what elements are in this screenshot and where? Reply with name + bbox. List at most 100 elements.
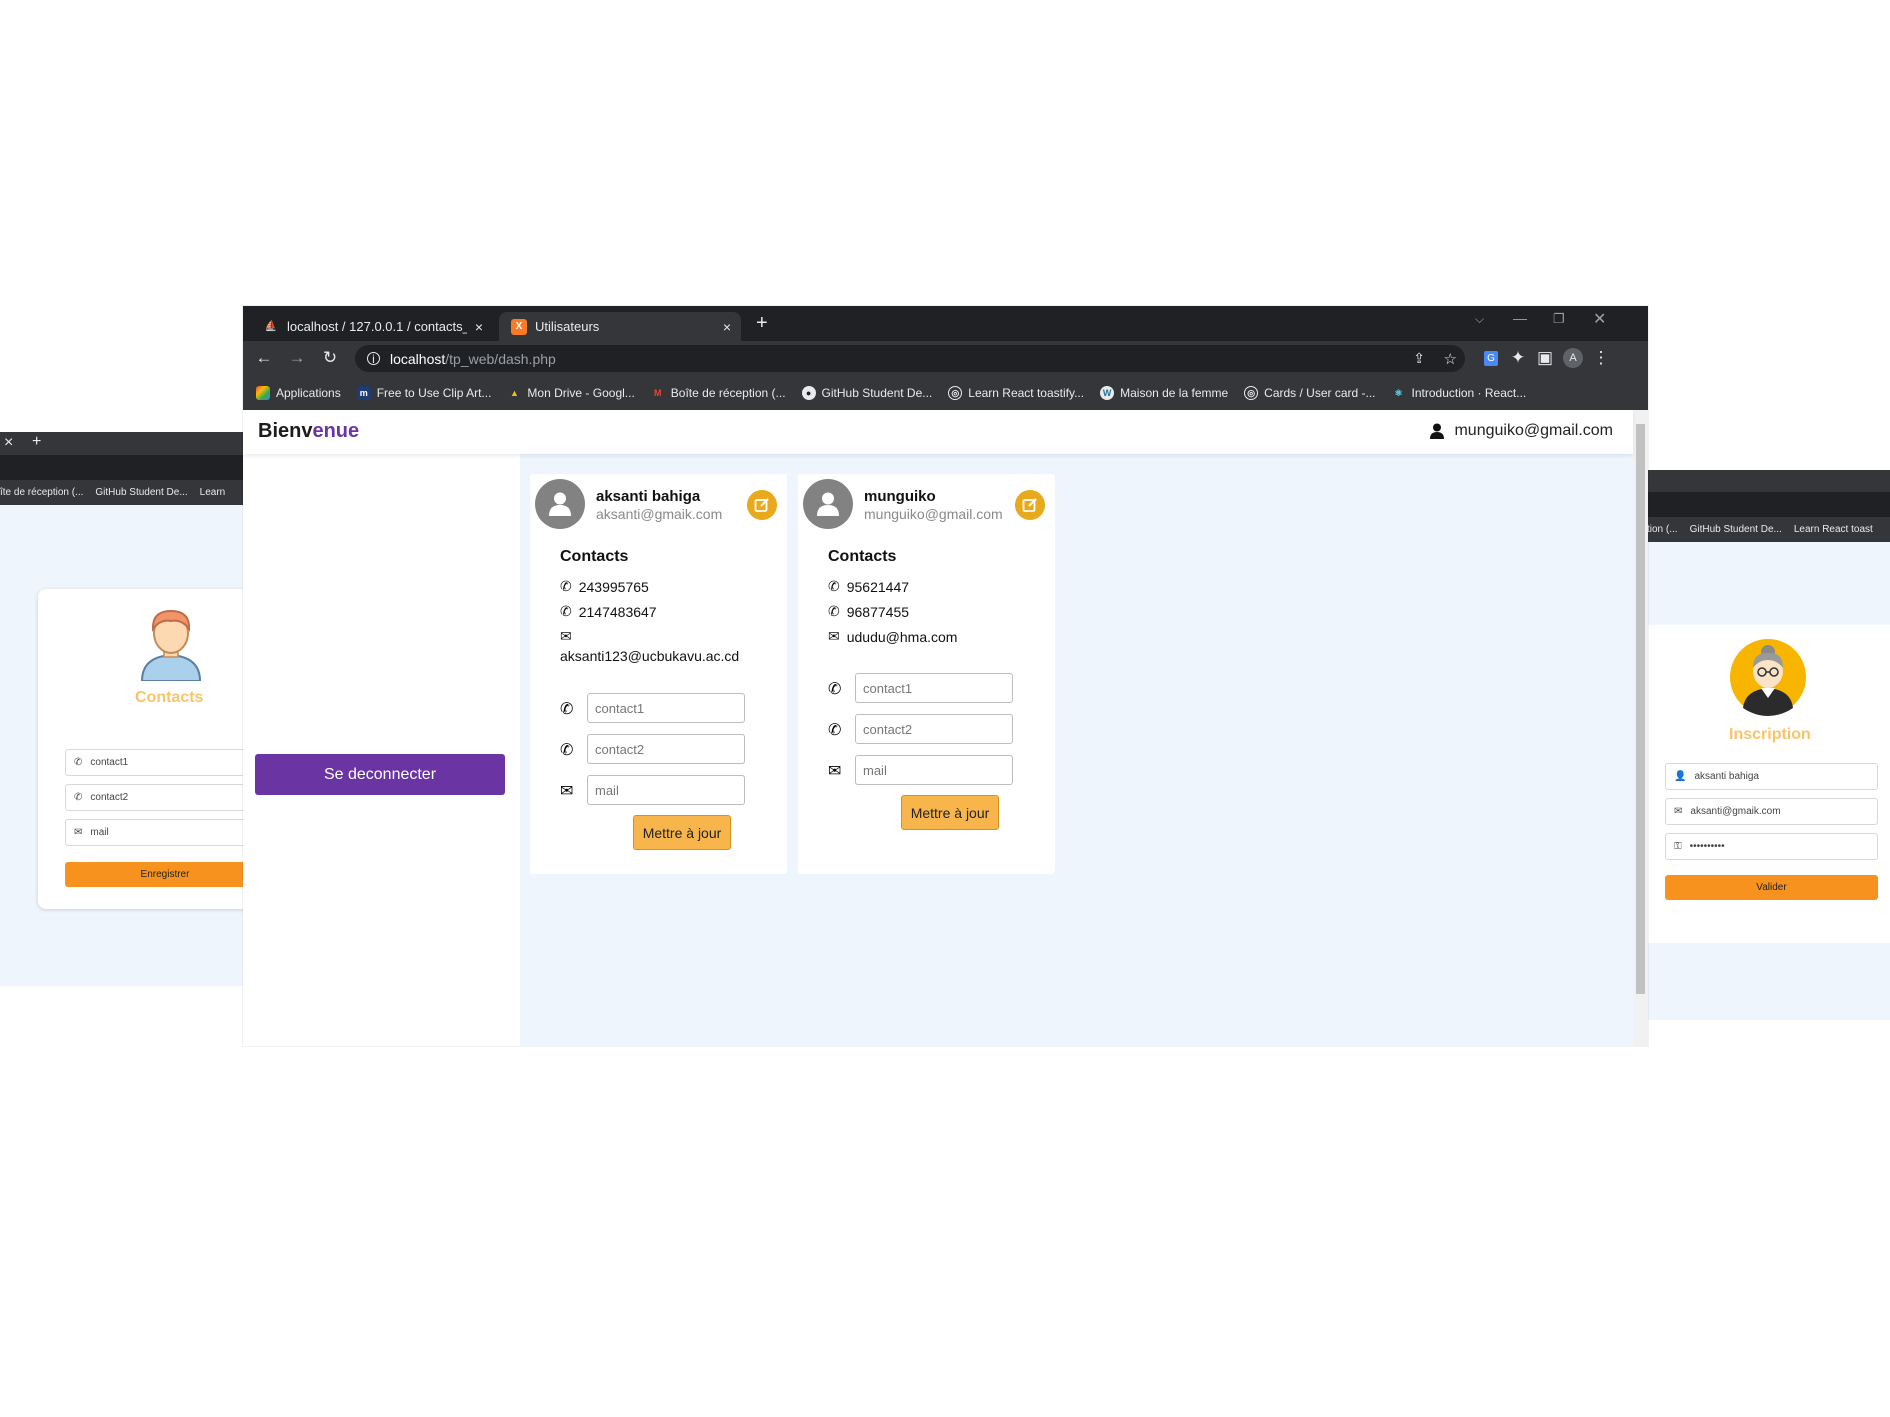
phone-value: 96877455 <box>846 603 910 620</box>
main-browser-window: ⛵ localhost / 127.0.0.1 / contacts_p × X… <box>243 306 1648 1046</box>
name-mini-input[interactable]: 👤 aksanti bahiga <box>1665 763 1878 790</box>
tab-phpmyadmin[interactable]: ⛵ localhost / 127.0.0.1 / contacts_p × <box>251 312 493 341</box>
contact2-input[interactable]: contact2 <box>587 734 745 764</box>
phone-icon: ✆ <box>74 792 83 803</box>
phone-icon: ✆ <box>74 757 83 768</box>
background-window-right: tion (... GitHub Student De... Learn Rea… <box>1647 470 1890 1020</box>
puzzle-icon[interactable]: ✦ <box>1507 347 1529 369</box>
mail-value: ududu@hma.com <box>846 628 958 645</box>
tab-search-icon[interactable]: ⌵ <box>1475 312 1484 327</box>
close-icon[interactable]: × <box>475 319 483 335</box>
brand-title: Bienvenue <box>258 420 359 443</box>
back-icon[interactable]: ← <box>253 347 275 369</box>
update-button[interactable]: Mettre à jour <box>901 795 999 830</box>
sidebar-icon[interactable]: ▣ <box>1534 347 1556 369</box>
user-name: munguiko <box>864 488 936 505</box>
contact2-input[interactable]: contact2 <box>855 714 1013 744</box>
phpmyadmin-icon: ⛵ <box>264 321 278 332</box>
avatar <box>535 479 585 529</box>
password-mini-input[interactable]: ⚿ •••••••••• <box>1665 833 1878 860</box>
left-new-tab-button[interactable]: + <box>32 433 41 451</box>
mail-input[interactable]: mail <box>587 775 745 805</box>
contacts-title: Contacts <box>560 548 629 565</box>
phone-icon: ✆ <box>828 603 840 619</box>
right-bookmarks-bar: tion (... GitHub Student De... Learn Rea… <box>1647 517 1890 542</box>
translate-icon[interactable]: G <box>1480 347 1502 369</box>
bookmark-gmail[interactable]: M Boîte de réception (... <box>651 386 786 400</box>
left-bookmark-learn[interactable]: Learn <box>200 487 226 498</box>
save-button[interactable]: Enregistrer <box>65 862 244 887</box>
bookmark-react-intro[interactable]: ⚛ Introduction · React... <box>1392 386 1526 400</box>
right-tab-bar <box>1647 470 1890 492</box>
url-host: localhost <box>390 350 446 367</box>
share-icon[interactable]: ⇪ <box>1413 350 1425 367</box>
user-card: aksanti bahiga aksanti@gmaik.com Contact… <box>530 474 787 874</box>
bookmark-label: Boîte de réception (... <box>670 386 786 400</box>
phone-row: ✆ 96877455 <box>828 603 909 620</box>
scrollbar-thumb[interactable] <box>1636 424 1645 994</box>
man-avatar-icon <box>140 609 202 681</box>
left-tab-bar: × + <box>0 432 244 455</box>
contact1-input[interactable]: contact1 <box>855 673 1013 703</box>
update-button[interactable]: Mettre à jour <box>633 815 731 850</box>
bookmark-react-toastify[interactable]: ◎ Learn React toastify... <box>948 386 1084 400</box>
phone-icon: ✆ <box>560 742 574 759</box>
user-menu[interactable]: munguiko@gmail.com <box>1430 422 1613 440</box>
restore-icon[interactable]: ❐ <box>1553 311 1565 327</box>
forward-icon[interactable]: → <box>286 347 308 369</box>
address-bar[interactable]: i localhost /tp_web/dash.php ⇪ ☆ <box>355 345 1465 372</box>
contact2-mini-input[interactable]: ✆ contact2 <box>65 784 244 811</box>
new-tab-button[interactable]: + <box>756 312 768 335</box>
mail-input[interactable]: mail <box>855 755 1013 785</box>
minimize-icon[interactable]: — <box>1513 310 1527 326</box>
apps-grid-icon <box>256 386 270 400</box>
user-name: aksanti bahiga <box>596 488 701 505</box>
reload-icon[interactable]: ↻ <box>319 347 341 369</box>
right-bookmark-learn[interactable]: Learn React toast <box>1794 524 1873 535</box>
close-icon[interactable]: × <box>723 319 731 335</box>
bookmark-label: Learn React toastify... <box>968 386 1085 400</box>
edit-button[interactable] <box>1015 490 1045 520</box>
vertical-scrollbar[interactable] <box>1633 410 1648 1046</box>
bookmark-maison[interactable]: W Maison de la femme <box>1100 386 1228 400</box>
envelope-icon: ✉ <box>828 628 840 644</box>
user-icon: 👤 <box>1674 771 1687 782</box>
close-window-icon[interactable]: ✕ <box>1593 309 1606 329</box>
star-icon[interactable]: ☆ <box>1444 350 1457 368</box>
left-bookmark-github[interactable]: GitHub Student De... <box>95 487 187 498</box>
edit-button[interactable] <box>747 490 777 520</box>
user-icon <box>817 492 839 516</box>
contact2-placeholder: contact2 <box>90 792 129 803</box>
left-bookmark-inbox[interactable]: îte de réception (... <box>0 487 83 498</box>
envelope-icon: ✉ <box>828 763 842 780</box>
contact1-input[interactable]: contact1 <box>587 693 745 723</box>
validate-button[interactable]: Valider <box>1665 875 1878 900</box>
gmail-icon: M <box>654 388 662 398</box>
mail-mini-input[interactable]: ✉ mail <box>65 819 244 846</box>
url-path: /tp_web/dash.php <box>445 350 556 367</box>
email-mini-input[interactable]: ✉ aksanti@gmaik.com <box>1665 798 1878 825</box>
envelope-icon: ✉ <box>1674 806 1683 817</box>
left-bookmarks-bar: îte de réception (... GitHub Student De.… <box>0 480 244 505</box>
tab-strip: ⛵ localhost / 127.0.0.1 / contacts_p × X… <box>243 306 1648 341</box>
navbar: Bienvenue munguiko@gmail.com <box>243 410 1633 454</box>
right-bookmark-inbox[interactable]: tion (... <box>1647 524 1678 535</box>
bookmark-github[interactable]: ● GitHub Student De... <box>801 386 932 400</box>
bookmark-clipart[interactable]: m Free to Use Clip Art... <box>356 386 491 400</box>
bookmark-drive[interactable]: ▲ Mon Drive - Googl... <box>507 386 635 400</box>
bookmark-applications[interactable]: Applications <box>256 386 341 400</box>
bookmark-label: Mon Drive - Googl... <box>527 386 635 400</box>
left-tab-close-icon[interactable]: × <box>4 434 13 452</box>
logout-button[interactable]: Se deconnecter <box>255 754 505 795</box>
tab-utilisateurs[interactable]: X Utilisateurs × <box>499 312 741 341</box>
contact1-mini-input[interactable]: ✆ contact1 <box>65 749 244 776</box>
profile-avatar[interactable]: A <box>1562 347 1584 369</box>
menu-icon[interactable]: ⋮ <box>1590 347 1612 369</box>
bookmark-cards[interactable]: ◎ Cards / User card -... <box>1244 386 1376 400</box>
info-icon[interactable]: i <box>367 352 380 366</box>
phone-icon: ✆ <box>560 701 574 718</box>
right-bookmark-github[interactable]: GitHub Student De... <box>1690 524 1782 535</box>
user-icon <box>549 492 571 516</box>
bookmark-label: Applications <box>276 386 341 400</box>
phone-value: 243995765 <box>578 578 649 595</box>
